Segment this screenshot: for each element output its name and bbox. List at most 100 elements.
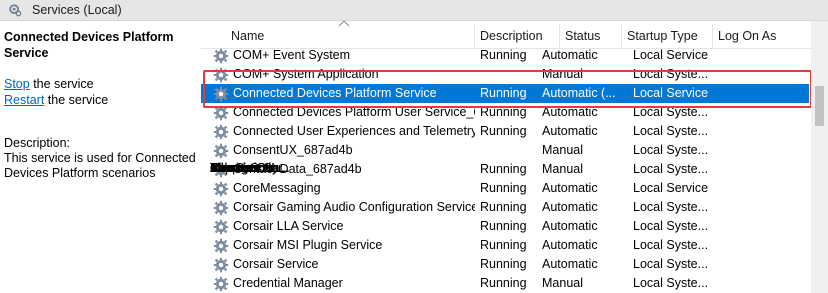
service-status-cell <box>475 141 537 160</box>
service-row[interactable]: Credential Manager Provides se... Running M… <box>201 161 809 293</box>
restart-action-text: the service <box>44 93 109 107</box>
service-description: Description: This service is used for Co… <box>4 136 199 181</box>
restart-action: Restart the service <box>4 92 108 108</box>
service-row[interactable]: Connected Devices Platform User Service_… <box>201 103 809 175</box>
window-title: Services (Local) <box>32 3 122 17</box>
service-name-cell: Corsair MSI Plugin Service <box>201 236 475 255</box>
service-row[interactable]: Connected User Experiences and Telemetry… <box>201 122 809 175</box>
service-name-cell: Corsair LLA Service <box>201 217 475 236</box>
window-titlebar: Services (Local) <box>0 0 828 21</box>
service-name-cell: ConsentUX_687ad4b <box>201 141 475 160</box>
service-name: Connected Devices Platform User Service_… <box>233 105 475 119</box>
service-row[interactable]: Corsair Service Corsair iCU... Running Auto… <box>201 161 809 274</box>
service-name: Corsair LLA Service <box>233 219 344 233</box>
service-row[interactable]: COM+ System Application Manages th... Manu… <box>201 65 809 175</box>
service-row[interactable]: Corsair LLA Service Corsair iCU... Running… <box>201 161 809 236</box>
column-header-description[interactable]: Description <box>475 24 560 48</box>
service-status-cell: Running <box>480 219 527 233</box>
service-logon-cell: Local Syste... <box>633 105 709 119</box>
gear-icon <box>213 200 229 215</box>
service-status-cell: Running <box>480 48 527 62</box>
service-name-cell: CoreMessaging <box>201 179 475 198</box>
service-logon-cell: Local Service <box>633 48 709 62</box>
service-logon-cell: Local Syste... <box>633 143 709 157</box>
gear-icon <box>213 238 229 253</box>
service-name: Connected Devices Platform Service <box>233 86 437 100</box>
service-row[interactable]: COM+ Event System Supports Sy... Running Au… <box>201 46 809 175</box>
service-startup-cell: Automatic <box>542 105 598 119</box>
gear-icon <box>213 105 229 120</box>
column-header-status[interactable]: Status <box>560 24 622 48</box>
gear-icon <box>213 276 229 291</box>
service-row[interactable]: Connected Devices Platform Service This s… <box>201 84 809 175</box>
service-logon-cell: Local Service <box>633 181 709 195</box>
gear-icon <box>213 124 229 139</box>
service-logon-cell: Local Syste... <box>633 124 709 138</box>
service-logon-cell: Local Syste... <box>633 67 709 81</box>
service-row[interactable]: ConsentUX_687ad4b Allows Conn... Manual Loc… <box>201 141 809 175</box>
service-startup-cell: Manual <box>542 143 583 157</box>
service-row[interactable]: CoreMessaging Manages co... Running Automat… <box>201 161 809 198</box>
vertical-scrollbar[interactable] <box>811 21 828 293</box>
service-name-cell: Connected Devices Platform User Service_… <box>201 103 475 122</box>
service-logon-cell: Local Service <box>633 86 709 100</box>
service-startup-cell: Automatic <box>542 257 598 271</box>
service-startup-cell: Automatic <box>542 238 598 252</box>
service-startup-cell: Automatic <box>542 200 598 214</box>
service-detail-pane: Connected Devices Platform Service Stop … <box>0 21 200 293</box>
service-name: Corsair MSI Plugin Service <box>233 238 383 252</box>
service-name: Corsair Service <box>233 257 319 271</box>
service-actions: Stop the service Restart the service <box>4 76 108 108</box>
service-name: ConsentUX_687ad4b <box>233 143 353 157</box>
service-status-cell: Running <box>480 238 527 252</box>
service-logon-cell: Local Syste... <box>633 276 709 290</box>
column-header-name[interactable]: Name <box>201 24 475 48</box>
services-table: COM+ Event System Supports Sy... Running Au… <box>201 46 809 293</box>
gear-icon <box>213 143 229 158</box>
service-logon-cell: Local Syste... <box>633 238 709 252</box>
service-logon-cell: Local Syste... <box>633 257 709 271</box>
column-header-startup-type[interactable]: Startup Type <box>622 24 713 48</box>
gear-icon <box>213 181 229 196</box>
service-status-cell: Running <box>480 124 527 138</box>
service-startup-cell: Manual <box>542 162 583 176</box>
service-startup-cell: Automatic <box>542 124 598 138</box>
service-startup-cell: Automatic <box>542 181 598 195</box>
stop-action-text: the service <box>29 77 94 91</box>
restart-service-link[interactable]: Restart <box>4 93 44 107</box>
service-name-cell: Connected User Experiences and Telemetry <box>201 122 475 141</box>
service-row[interactable]: Contact Data_687ad4b Indexes con... Runnin… <box>201 160 809 179</box>
service-name: Credential Manager <box>233 276 343 290</box>
service-name: COM+ Event System <box>233 48 351 62</box>
service-row[interactable]: Corsair Gaming Audio Configuration Servi… <box>201 161 809 217</box>
service-name: Connected User Experiences and Telemetry <box>233 124 475 138</box>
service-startup-cell: Automatic <box>542 219 598 233</box>
services-gear-icon <box>9 4 22 17</box>
service-name: Corsair Gaming Audio Configuration Servi… <box>233 200 475 214</box>
column-header-log-on-as[interactable]: Log On As <box>713 24 813 48</box>
description-label: Description: <box>4 136 70 150</box>
service-startup-cell: Manual <box>542 67 583 81</box>
service-status-cell: Running <box>480 105 527 119</box>
service-name-cell: COM+ Event System <box>201 46 475 65</box>
service-startup-cell: Manual <box>542 276 583 290</box>
gear-icon <box>213 257 229 272</box>
service-status-cell: Running <box>480 276 527 290</box>
service-status-cell: Running <box>480 162 527 176</box>
selected-service-title: Connected Devices Platform Service <box>4 30 174 60</box>
gear-icon <box>213 48 229 63</box>
service-status-cell: Running <box>480 200 527 214</box>
service-description-cell: Provides se... <box>210 161 286 175</box>
stop-service-link[interactable]: Stop <box>4 77 30 91</box>
service-name: CoreMessaging <box>233 181 321 195</box>
service-row[interactable]: Corsair MSI Plugin Service Corsair iCU...… <box>201 161 809 255</box>
service-status-cell <box>475 65 537 84</box>
service-name-cell: Corsair Gaming Audio Configuration Servi… <box>201 198 475 217</box>
service-name: COM+ System Application <box>233 67 379 81</box>
scrollbar-thumb[interactable] <box>815 86 824 126</box>
gear-icon <box>213 219 229 234</box>
service-name-cell: Credential Manager <box>201 274 475 293</box>
service-logon-cell: Local Syste... <box>633 162 709 176</box>
service-status-cell: Running <box>480 257 527 271</box>
gear-icon <box>213 67 229 82</box>
